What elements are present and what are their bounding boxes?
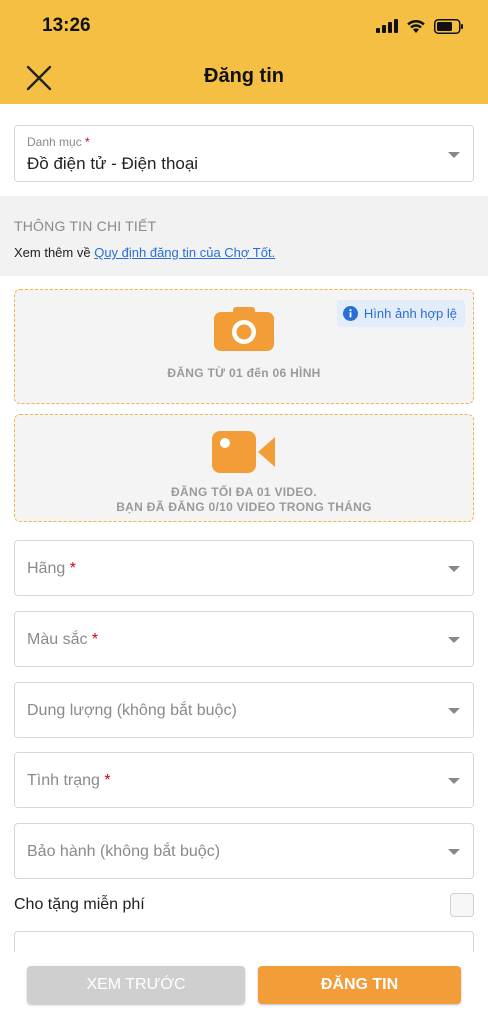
photo-upload-area[interactable]: Hình ảnh hợp lệ ĐĂNG TỪ 01 đến 06 HÌNH bbox=[14, 289, 474, 404]
warranty-select[interactable]: Bảo hành (không bắt buộc) bbox=[14, 823, 474, 879]
capacity-label: Dung lượng (không bắt buộc) bbox=[27, 702, 237, 719]
color-label: Màu sắc * bbox=[27, 631, 99, 648]
video-upload-area[interactable]: ĐĂNG TỐI ĐA 01 VIDEO. BẠN ĐÃ ĐĂNG 0/10 V… bbox=[14, 414, 474, 522]
wifi-icon bbox=[407, 19, 425, 33]
category-label: Danh mục * bbox=[27, 135, 90, 149]
details-section: THÔNG TIN CHI TIẾT Xem thêm về Quy định … bbox=[0, 196, 488, 276]
header-bar: 13:26 Đăng tin bbox=[0, 0, 488, 104]
video-upload-line2: BẠN ĐÃ ĐĂNG 0/10 VIDEO TRONG THÁNG bbox=[116, 500, 372, 514]
chevron-down-icon bbox=[448, 778, 460, 784]
status-time: 13:26 bbox=[42, 15, 91, 36]
color-select[interactable]: Màu sắc * bbox=[14, 611, 474, 667]
preview-button[interactable]: XEM TRƯỚC bbox=[27, 966, 245, 1004]
camera-icon bbox=[214, 307, 274, 351]
condition-label: Tình trạng * bbox=[27, 772, 111, 789]
warranty-label: Bảo hành (không bắt buộc) bbox=[27, 843, 221, 860]
signal-icon bbox=[376, 19, 398, 33]
chevron-down-icon bbox=[448, 708, 460, 714]
brand-select[interactable]: Hãng * bbox=[14, 540, 474, 596]
category-value: Đồ điện tử - Điện thoại bbox=[27, 154, 199, 173]
photo-upload-text: ĐĂNG TỪ 01 đến 06 HÌNH bbox=[167, 366, 321, 380]
page-title: Đăng tin bbox=[204, 65, 284, 87]
info-icon bbox=[342, 306, 358, 321]
post-button[interactable]: ĐĂNG TIN bbox=[258, 966, 461, 1004]
giveaway-checkbox[interactable] bbox=[450, 893, 474, 917]
chevron-down-icon bbox=[448, 566, 460, 572]
section-note: Xem thêm về Quy định đăng tin của Chợ Tố… bbox=[14, 245, 276, 260]
footer-bar: XEM TRƯỚC ĐĂNG TIN bbox=[0, 952, 488, 1024]
chevron-down-icon bbox=[448, 152, 460, 158]
brand-label: Hãng * bbox=[27, 560, 76, 577]
section-title: THÔNG TIN CHI TIẾT bbox=[14, 218, 157, 234]
video-camera-icon bbox=[212, 431, 275, 473]
valid-image-badge[interactable]: Hình ảnh hợp lệ bbox=[336, 300, 465, 327]
category-select[interactable]: Danh mục * Đồ điện tử - Điện thoại bbox=[14, 125, 474, 182]
video-upload-line1: ĐĂNG TỐI ĐA 01 VIDEO. bbox=[171, 485, 317, 499]
status-icons bbox=[376, 16, 464, 36]
giveaway-label: Cho tặng miễn phí bbox=[14, 896, 145, 913]
rules-link[interactable]: Quy định đăng tin của Chợ Tốt. bbox=[94, 245, 275, 260]
chevron-down-icon bbox=[448, 849, 460, 855]
battery-icon bbox=[434, 18, 463, 34]
capacity-select[interactable]: Dung lượng (không bắt buộc) bbox=[14, 682, 474, 738]
chevron-down-icon bbox=[448, 637, 460, 643]
condition-select[interactable]: Tình trạng * bbox=[14, 752, 474, 808]
